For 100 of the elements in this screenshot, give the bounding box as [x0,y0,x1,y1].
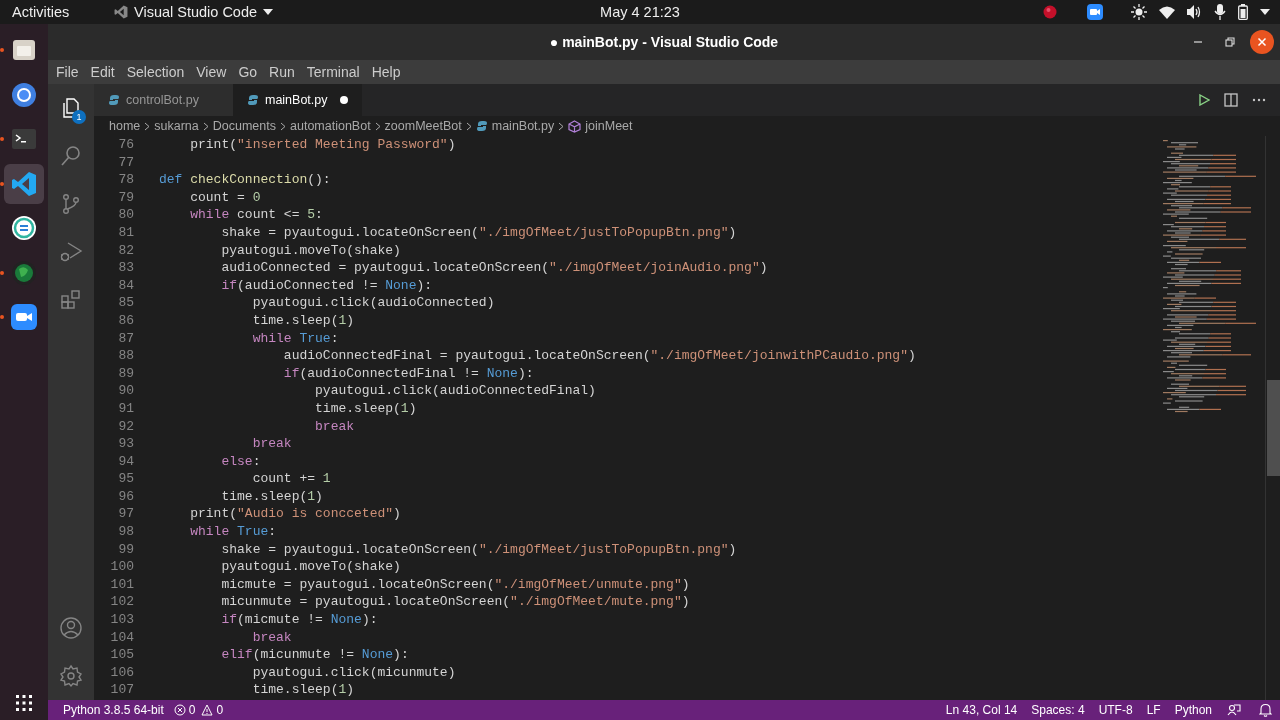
menu-item[interactable]: Run [263,60,301,84]
code-line: pyautogui.moveTo(shake) [221,241,401,260]
line-number: 82 [117,241,134,260]
breadcrumb[interactable]: home [109,119,141,133]
count-badge: 1 [72,110,86,124]
line-number: 99 [117,540,134,559]
code-line: pyautogui.click(audioConnected) [252,294,495,312]
breadcrumb[interactable]: sukarna [154,119,199,133]
code-line: else: [221,452,261,471]
close-button[interactable] [1250,30,1274,54]
editor-tab[interactable]: mainBot.py [232,84,362,116]
window-title: ● mainBot.py - Visual Studio Code [549,34,779,50]
line-number: 107 [109,681,134,699]
wifi-icon[interactable] [1159,5,1175,19]
code-line: time.sleep(1) [252,311,355,330]
notifications-icon[interactable] [1259,703,1272,717]
editor-tab[interactable]: controlBot.py [94,84,233,116]
line-number: 104 [109,628,134,647]
line-number: 102 [109,593,134,612]
run-icon[interactable] [1198,94,1210,106]
microphone-icon[interactable] [1214,4,1226,20]
code-line: if(audioConnectedFinal != None): [283,364,534,383]
feedback-icon[interactable] [1227,703,1241,717]
code-line: audioConnected = pyautogui.locateOnScreen("./imgOfMeet/joinAudio.png") [221,259,768,277]
breadcrumb[interactable]: joinMeet [585,119,633,133]
line-number: 94 [117,452,134,471]
clock[interactable]: May 4 21:23 [600,4,680,20]
breadcrumb[interactable]: Documents [212,119,276,133]
code-line: if(audioConnected != None): [221,276,433,295]
line-number: 98 [117,523,134,541]
app-grid-icon[interactable] [15,694,33,712]
line-number: 92 [117,417,134,436]
menu-item[interactable]: Selection [120,60,191,84]
code-line: count = 0 [190,188,261,207]
battery-icon[interactable] [1238,4,1248,20]
code-line: shake = pyautogui.locateOnScreen("./imgOfMeet/justToPopupBtn.png") [221,540,737,559]
status-item[interactable]: UTF-8 [1093,700,1138,720]
sync-app-icon [11,215,37,241]
code-line: pyautogui.click(micunmute) [252,663,456,682]
activity-bar-item[interactable]: 1 [48,84,94,132]
code-line: print("inserted Meeting Password") [190,136,456,154]
python-file-icon [108,94,120,106]
search-icon [59,144,83,168]
status-item[interactable]: Ln 43, Col 14 [940,700,1023,720]
menu-item[interactable]: File [50,60,85,84]
line-number: 95 [117,470,134,488]
line-number: 103 [109,611,134,629]
line-number: 76 [117,136,134,154]
line-number: 96 [117,487,134,506]
account-icon [59,616,83,640]
caret-icon[interactable] [1260,9,1270,15]
code-editor-icon [11,170,37,197]
run-debug-icon [59,240,83,264]
code-line: def checkConnection(): [159,171,331,189]
line-number: 90 [117,382,134,400]
chevron-icon [465,121,472,131]
activities-button[interactable]: Activities [0,4,102,20]
code-line: micunmute = pyautogui.locateOnScreen("./imgOfMeet/mute.png") [221,593,690,612]
line-number: 88 [117,347,134,365]
breadcrumb[interactable]: zoomMeetBot [384,119,462,133]
code-line: pyautogui.click(audioConnectedFinal) [315,382,596,400]
brightness-icon[interactable] [1131,4,1147,20]
menu-item[interactable]: Edit [84,60,121,84]
more-icon[interactable] [1252,98,1266,102]
interpreter-status[interactable]: Python 3.8.5 64-bit [58,700,169,720]
app-menu[interactable]: Visual Studio Code [134,4,258,20]
chevron-icon [144,121,151,131]
caret-icon[interactable] [263,9,274,15]
breadcrumb[interactable]: mainBot.py [491,119,555,133]
menu-item[interactable]: View [190,60,233,84]
scrollbar-thumb[interactable] [1267,380,1280,476]
menu-item[interactable]: Help [365,60,407,84]
breadcrumb[interactable]: automationBot [290,119,371,133]
restore-icon [1225,37,1235,47]
record-icon[interactable] [1043,5,1057,19]
line-number: 100 [109,558,134,576]
code-line: time.sleep(1) [315,399,417,418]
line-number: 91 [117,399,134,418]
code-line: pyautogui.moveTo(shake) [221,558,401,576]
python-file-icon [246,94,259,106]
code-line: audioConnectedFinal = pyautogui.locateOnScreen("./imgOfMeet/joinwithPCaudio.png") [283,347,916,365]
status-item[interactable]: Spaces: 4 [1026,700,1090,720]
split-editor-icon[interactable] [1224,93,1238,107]
terminal-icon [12,129,36,149]
code-line: while True: [190,523,277,541]
problems-status[interactable]: 0 0 [168,700,229,720]
code-line: while True: [252,329,339,348]
code-line: count += 1 [252,470,331,488]
code-line: shake = pyautogui.locateOnScreen("./imgOfMeet/justToPopupBtn.png") [221,223,737,242]
video-camera-icon[interactable] [1087,4,1103,20]
cube-icon [568,119,582,133]
code-line: break [252,628,292,647]
code-line: if(micmute != None): [221,611,378,629]
line-number: 83 [117,259,134,277]
status-item[interactable]: LF [1141,700,1166,720]
menu-item[interactable]: Terminal [300,60,366,84]
status-item[interactable]: Python [1169,700,1217,720]
globe-icon [11,259,37,286]
menu-item[interactable]: Go [232,60,264,84]
volume-icon[interactable] [1187,5,1202,19]
